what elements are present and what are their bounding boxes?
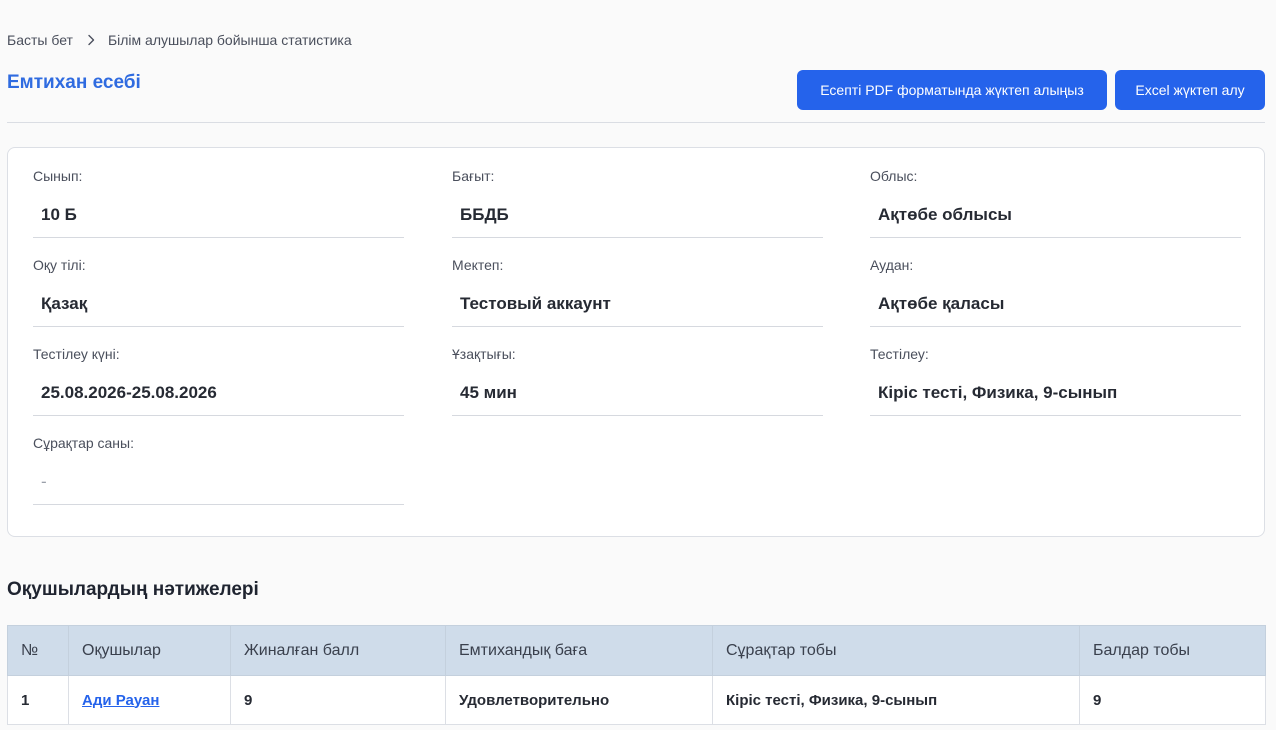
breadcrumb-current: Білім алушылар бойынша статистика: [107, 32, 352, 48]
field-label: Оқу тілі:: [33, 257, 86, 273]
column-header: №: [7, 625, 69, 676]
field-label: Аудан:: [870, 257, 914, 273]
field-label: Бағыт:: [452, 168, 495, 184]
breadcrumb-home-link[interactable]: Басты бет: [7, 32, 73, 48]
page-title: Емтихан есебі: [7, 72, 141, 93]
student-link[interactable]: Ади Рауан: [82, 692, 159, 709]
cell-student: Ади Рауан: [68, 675, 231, 725]
field-class: Сынып: 10 Б: [33, 141, 404, 238]
field-testing: Тестілеу: Кіріс тесті, Физика, 9-сынып: [870, 319, 1241, 416]
field-region: Облыс: Ақтөбе облысы: [870, 141, 1241, 238]
field-label: Тестілеу күні:: [33, 346, 120, 362]
field-label: Сұрақтар саны:: [33, 435, 134, 451]
chevron-right-icon: [85, 34, 97, 46]
cell-number: 1: [7, 675, 69, 725]
field-value: Ақтөбе қаласы: [878, 294, 1005, 313]
field-label: Мектеп:: [452, 257, 504, 273]
cell-grade: Удовлетворительно: [445, 675, 713, 725]
field-value: Кіріс тесті, Физика, 9-сынып: [878, 383, 1118, 402]
field-value: ББДБ: [460, 205, 509, 224]
cell-score: 9: [230, 675, 446, 725]
results-table: № Оқушылар Жиналған балл Емтихандық баға…: [7, 625, 1266, 725]
column-header: Сұрақтар тобы: [712, 625, 1080, 676]
field-value: -: [41, 472, 47, 491]
breadcrumb: Басты бет Білім алушылар бойынша статист…: [7, 31, 352, 49]
field-direction: Бағыт: ББДБ: [452, 141, 823, 238]
column-header: Балдар тобы: [1079, 625, 1266, 676]
cell-question-group: Кіріс тесті, Физика, 9-сынып: [712, 675, 1080, 725]
column-header: Жиналған балл: [230, 625, 446, 676]
field-label: Ұзақтығы:: [452, 346, 516, 362]
download-pdf-button[interactable]: Есепті PDF форматында жүктеп алыңыз: [797, 70, 1107, 110]
field-label: Облыс:: [870, 168, 918, 184]
cell-score-group: 9: [1079, 675, 1266, 725]
field-value: Қазақ: [41, 294, 88, 313]
field-question-count: Сұрақтар саны: -: [33, 408, 404, 505]
field-value: 45 мин: [460, 383, 517, 402]
header-divider: [7, 122, 1265, 123]
column-header: Оқушылар: [68, 625, 231, 676]
table-header-row: № Оқушылар Жиналған балл Емтихандық баға…: [7, 625, 1266, 676]
results-title: Оқушылардың нәтижелері: [7, 579, 259, 600]
field-label: Сынып:: [33, 168, 83, 184]
field-duration: Ұзақтығы: 45 мин: [452, 319, 823, 416]
field-value: 25.08.2026-25.08.2026: [41, 383, 217, 402]
table-row: 1 Ади Рауан 9 Удовлетворительно Кіріс те…: [7, 675, 1266, 725]
page: Басты бет Білім алушылар бойынша статист…: [0, 0, 1276, 730]
exam-info-card: Сынып: 10 Б Бағыт: ББДБ Облыс: Ақтөбе об…: [7, 147, 1265, 537]
field-language: Оқу тілі: Қазақ: [33, 230, 404, 327]
column-header: Емтихандық баға: [445, 625, 713, 676]
field-test-date: Тестілеу күні: 25.08.2026-25.08.2026: [33, 319, 404, 416]
download-excel-button[interactable]: Excel жүктеп алу: [1115, 70, 1265, 110]
field-value: 10 Б: [41, 205, 77, 224]
field-label: Тестілеу:: [870, 346, 929, 362]
field-value: Тестовый аккаунт: [460, 294, 611, 313]
field-value: Ақтөбе облысы: [878, 205, 1012, 224]
field-school: Мектеп: Тестовый аккаунт: [452, 230, 823, 327]
field-district: Аудан: Ақтөбе қаласы: [870, 230, 1241, 327]
